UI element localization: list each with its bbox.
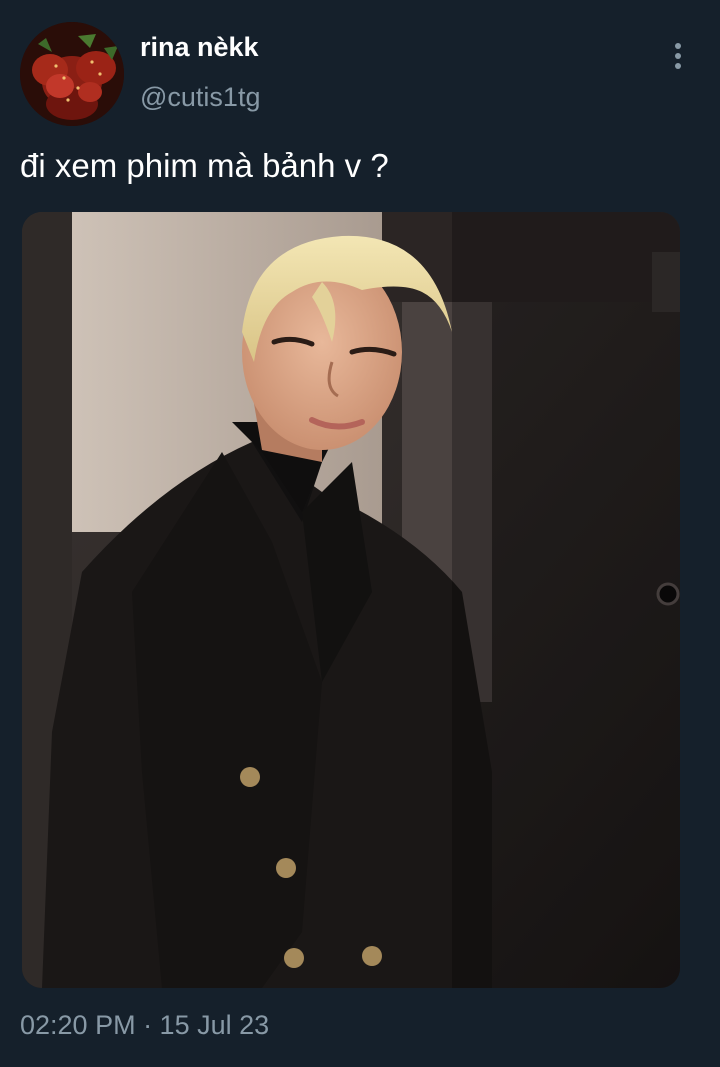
tweet-text: đi xem phim mà bảnh v ? [20, 147, 389, 184]
strawberry-avatar-image [20, 22, 124, 126]
display-name[interactable]: rina nèkk [140, 30, 259, 64]
tweet-card: rina nèkk @cutis1tg đi xem phim mà bảnh … [0, 0, 720, 1067]
tweet-photo[interactable] [22, 212, 680, 988]
more-vertical-icon [675, 43, 681, 49]
photo-person-in-black-suit [22, 212, 680, 988]
tweet-timestamp[interactable]: 02:20 PM · 15 Jul 23 [20, 1008, 269, 1042]
avatar[interactable] [20, 22, 124, 126]
user-handle[interactable]: @cutis1tg [140, 80, 260, 114]
more-options-button[interactable] [660, 36, 696, 76]
